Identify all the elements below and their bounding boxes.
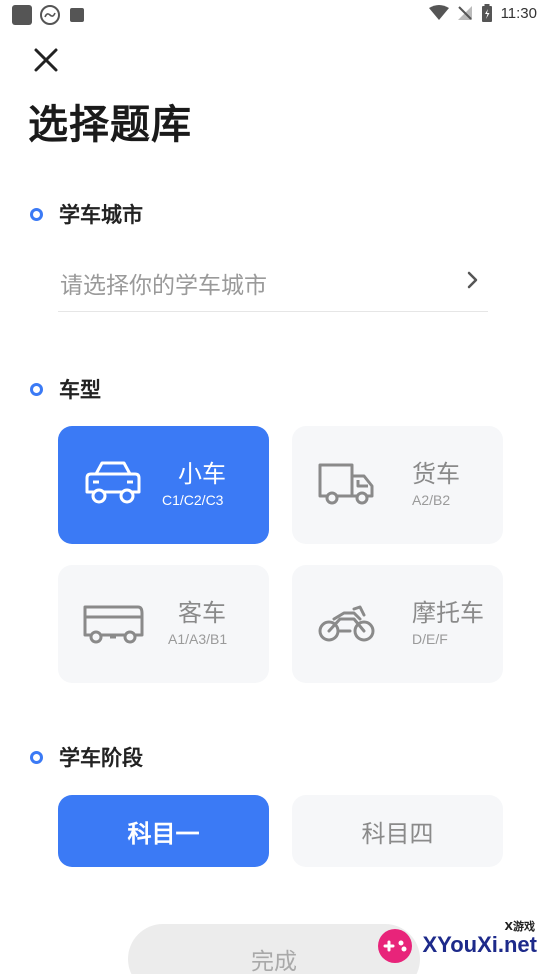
- stage-section-header: 学车阶段: [30, 742, 143, 772]
- bullet-dot-icon: [30, 382, 43, 396]
- page-title: 选择题库: [28, 102, 192, 148]
- vehicle-classes: C1/C2/C3: [162, 492, 224, 508]
- vehicle-section-title: 车型: [59, 378, 101, 402]
- city-section-title: 学车城市: [59, 203, 143, 227]
- motorcycle-icon: [318, 605, 375, 642]
- vehicle-name: 客车: [178, 599, 226, 627]
- app-notification-icon: [12, 5, 32, 25]
- vehicle-name: 货车: [412, 460, 460, 488]
- site-watermark: X游戏 XYouXi.net: [371, 918, 541, 970]
- watermark-brand: XYouXi.net: [422, 932, 538, 957]
- wifi-icon: [428, 5, 449, 20]
- status-bar: 11:30: [0, 0, 547, 30]
- vehicle-card-truck[interactable]: 货车 A2/B2: [292, 426, 503, 544]
- gamepad-logo-icon: [378, 929, 412, 963]
- bullet-dot-icon: [30, 750, 43, 764]
- close-icon: [34, 48, 58, 72]
- vehicle-classes: A2/B2: [412, 492, 451, 508]
- square-notification-icon: [70, 8, 84, 22]
- battery-icon: [481, 4, 492, 22]
- stage-option-subject-four[interactable]: 科目四: [292, 795, 503, 867]
- no-signal-icon: [457, 6, 472, 20]
- city-section-header: 学车城市: [30, 199, 143, 229]
- truck-icon: [318, 463, 374, 505]
- vehicle-card-car[interactable]: 小车 C1/C2/C3: [58, 426, 269, 544]
- vehicle-name: 小车: [178, 460, 226, 488]
- close-button[interactable]: [28, 42, 64, 78]
- vehicle-card-bus[interactable]: 客车 A1/A3/B1: [58, 565, 269, 683]
- status-notification-icons: [12, 5, 84, 25]
- face-notification-icon: [40, 5, 60, 25]
- vehicle-card-motorcycle[interactable]: 摩托车 D/E/F: [292, 565, 503, 683]
- stage-section-title: 学车阶段: [59, 746, 143, 770]
- vehicle-name: 摩托车: [412, 599, 484, 627]
- vehicle-section-header: 车型: [30, 374, 101, 404]
- car-icon: [85, 461, 141, 504]
- status-time: 11:30: [500, 4, 537, 22]
- bus-icon: [83, 605, 144, 644]
- city-selector[interactable]: 请选择你的学车城市: [58, 252, 488, 312]
- bullet-dot-icon: [30, 207, 43, 221]
- chevron-right-icon: [467, 271, 478, 289]
- city-placeholder: 请选择你的学车城市: [60, 273, 267, 299]
- stage-option-subject-one[interactable]: 科目一: [58, 795, 269, 867]
- vehicle-classes: A1/A3/B1: [168, 631, 228, 647]
- vehicle-classes: D/E/F: [412, 631, 448, 647]
